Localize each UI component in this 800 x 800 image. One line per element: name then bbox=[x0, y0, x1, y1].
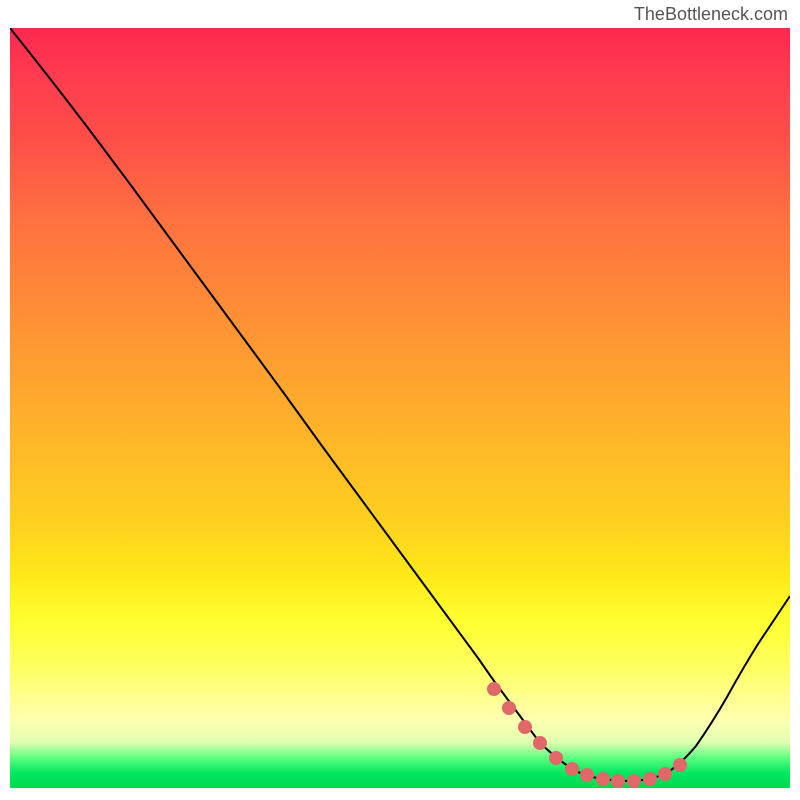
chart-container bbox=[10, 28, 790, 788]
chart-svg bbox=[10, 28, 790, 788]
optimal-zone-markers bbox=[487, 682, 687, 788]
bottleneck-curve bbox=[10, 28, 790, 781]
watermark-text: TheBottleneck.com bbox=[634, 4, 788, 25]
